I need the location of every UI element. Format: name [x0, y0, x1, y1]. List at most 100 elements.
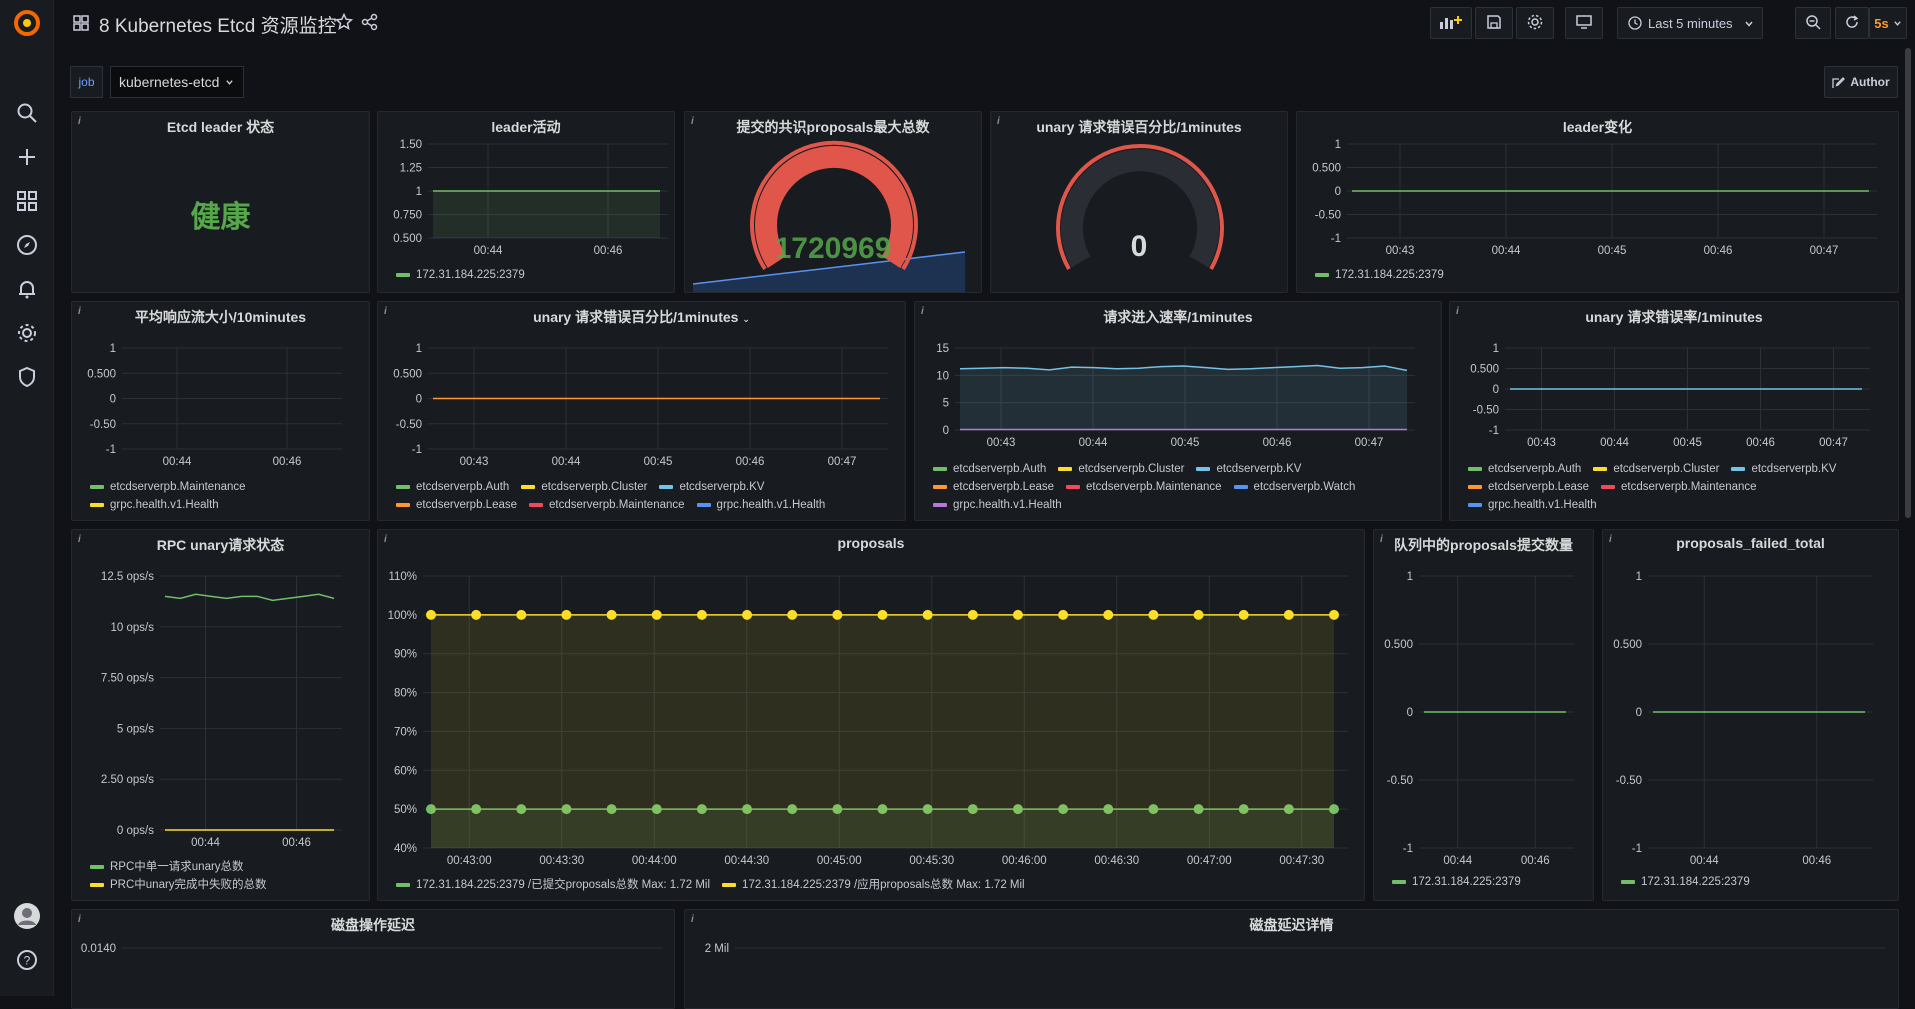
panel-proposals-failed[interactable]: i proposals_failed_total 1 0.500 0 -0.50 -1 0…: [1602, 529, 1899, 901]
scrollbar-thumb[interactable]: [1905, 48, 1911, 518]
panel-leader-activity[interactable]: leader活动 1.50 1.25 1 0.750 0.500 00:44 00:46 1…: [377, 111, 675, 293]
panel-avg-response-size[interactable]: i 平均响应流大小/10minutes 1 0.500 0 -0.50 -1 00:44 0…: [71, 301, 370, 521]
legend-item[interactable]: 172.31.184.225:2379 /应用proposals总数 Max: …: [722, 876, 1025, 892]
legend-item[interactable]: 172.31.184.225:2379: [1621, 876, 1750, 888]
legend-item[interactable]: etcdserverpb.Lease: [933, 478, 1054, 496]
y-tick-label: 1: [1407, 571, 1413, 583]
tv-mode-button[interactable]: [1565, 7, 1603, 39]
x-tick-label: 00:46: [1802, 855, 1831, 867]
search-icon[interactable]: [14, 100, 40, 126]
legend-item[interactable]: 172.31.184.225:2379 /已提交proposals总数 Max:…: [396, 876, 710, 892]
legend-item[interactable]: grpc.health.v1.Health: [1468, 496, 1597, 514]
y-tick-label: 0.0140: [81, 943, 116, 955]
legend-item[interactable]: grpc.health.v1.Health: [933, 496, 1062, 514]
legend-item[interactable]: etcdserverpb.Maintenance: [1066, 478, 1222, 496]
y-tick-label: 0.500: [1312, 163, 1341, 175]
chevron-down-icon: [1744, 17, 1754, 32]
star-icon[interactable]: [334, 12, 354, 36]
y-tick-label: -1: [106, 444, 116, 456]
panel-disk-op-latency[interactable]: i 磁盘操作延迟 0.01400.0120: [71, 909, 675, 1009]
add-panel-button[interactable]: [1430, 7, 1472, 39]
panel-queued-proposals[interactable]: i 队列中的proposals提交数量 1 0.500 0 -0.50 -1 00:44 0…: [1373, 529, 1594, 901]
legend-item[interactable]: etcdserverpb.KV: [1731, 460, 1836, 478]
legend-item[interactable]: grpc.health.v1.Health: [696, 496, 825, 514]
panel-leader-changes[interactable]: leader变化 1 0.500 0 -0.50 -1 00:43 00:44 00:45 00…: [1296, 111, 1899, 293]
legend-item[interactable]: 172.31.184.225:2379: [1392, 876, 1521, 888]
x-tick-label: 00:46: [1704, 245, 1733, 257]
grid-icon[interactable]: [73, 15, 89, 36]
settings-icon: [1527, 14, 1543, 33]
panel-etcd-leader-status[interactable]: i Etcd leader 状态 健康: [71, 111, 370, 293]
legend-item[interactable]: etcdserverpb.Cluster: [521, 478, 647, 496]
y-tick-label: 0.500: [1613, 639, 1642, 651]
legend-label: etcdserverpb.Cluster: [1613, 463, 1720, 475]
help-icon[interactable]: ?: [14, 947, 40, 973]
legend-item[interactable]: etcdserverpb.Auth: [933, 460, 1046, 478]
legend-item[interactable]: etcdserverpb.Watch: [1233, 478, 1355, 496]
legend-item[interactable]: etcdserverpb.Maintenance: [1601, 478, 1757, 496]
panel-proposals[interactable]: i proposals 110% 100% 90% 80% 70% 60% 50% 40% 00…: [377, 529, 1365, 901]
legend-item[interactable]: etcdserverpb.KV: [1196, 460, 1301, 478]
panel-disk-latency-detail[interactable]: i 磁盘延迟详情 2 Mil1.50 Mil: [684, 909, 1899, 1009]
legend-swatch: [1066, 484, 1081, 489]
legend-label: etcdserverpb.KV: [679, 481, 765, 493]
legend-label: etcdserverpb.Cluster: [541, 481, 648, 493]
panel-unary-error-rate[interactable]: i unary 请求错误率/1minutes 1 0.500 0 -0.50 -1 00:…: [1449, 301, 1899, 521]
x-tick-label: 00:43: [987, 437, 1016, 449]
legend-item[interactable]: RPC中单一请求unary总数: [90, 858, 267, 876]
panel-unary-error-pct[interactable]: i unary 请求错误百分比/1minutes 0: [990, 111, 1288, 293]
author-button[interactable]: Author: [1824, 66, 1898, 98]
zoom-out-button[interactable]: [1795, 7, 1831, 39]
y-tick-label: 0: [1493, 384, 1499, 396]
legend-item[interactable]: 172.31.184.225:2379: [396, 269, 525, 281]
legend-item[interactable]: etcdserverpb.Auth: [1468, 460, 1581, 478]
gear-icon[interactable]: [14, 320, 40, 346]
settings-button[interactable]: [1516, 7, 1554, 39]
legend: 172.31.184.225:2379 /已提交proposals总数 Max:…: [396, 876, 1037, 892]
legend: 172.31.184.225:2379: [1315, 269, 1456, 281]
legend-label: etcdserverpb.Lease: [953, 481, 1055, 493]
legend-swatch: [722, 882, 737, 887]
shield-icon[interactable]: [14, 364, 40, 390]
legend-item[interactable]: grpc.health.v1.Health: [90, 496, 246, 514]
legend-swatch: [1468, 502, 1482, 507]
y-tick-label: 1: [1636, 571, 1642, 583]
refresh-button[interactable]: [1835, 7, 1869, 39]
dashboards-icon[interactable]: [14, 188, 40, 214]
x-tick-label: 00:44: [1079, 437, 1108, 449]
alert-bell-icon[interactable]: [14, 276, 40, 302]
dashboard-title[interactable]: 8 Kubernetes Etcd 资源监控: [99, 11, 337, 38]
legend-swatch: [396, 272, 410, 277]
plus-icon[interactable]: [14, 144, 40, 170]
avatar-icon[interactable]: [14, 903, 40, 929]
legend-item[interactable]: etcdserverpb.Lease: [1468, 478, 1589, 496]
panel-request-rate[interactable]: i 请求进入速率/1minutes 15 10 5 0 00:43 00:44 00:45 0…: [914, 301, 1442, 521]
chart-disk-op-latency: 0.01400.0120: [81, 943, 662, 955]
legend-item[interactable]: etcdserverpb.Lease: [396, 496, 517, 514]
y-tick-label: 7.50 ops/s: [101, 673, 154, 685]
variable-select-job[interactable]: kubernetes-etcd: [110, 66, 244, 98]
x-tick-label: 00:46: [594, 245, 623, 257]
time-range-picker[interactable]: Last 5 minutes: [1617, 7, 1763, 39]
legend-item[interactable]: etcdserverpb.KV: [659, 478, 764, 496]
legend-item[interactable]: etcdserverpb.Maintenance: [90, 478, 246, 496]
panel-max-proposals[interactable]: i 提交的共识proposals最大总数 1720969: [684, 111, 982, 293]
legend-swatch: [1593, 466, 1608, 471]
legend-item[interactable]: 172.31.184.225:2379: [1315, 269, 1444, 281]
explore-icon[interactable]: [14, 232, 40, 258]
legend-item[interactable]: etcdserverpb.Maintenance: [529, 496, 685, 514]
y-tick-label: 0.500: [1384, 639, 1413, 651]
grafana-logo[interactable]: [12, 8, 42, 38]
legend-item[interactable]: PRC中unary完成中失败的总数: [90, 876, 267, 894]
legend-label: etcdserverpb.Auth: [416, 481, 510, 493]
save-button[interactable]: [1475, 7, 1513, 39]
share-icon[interactable]: [361, 13, 379, 36]
legend-item[interactable]: etcdserverpb.Auth: [396, 478, 509, 496]
refresh-interval-picker[interactable]: 5s: [1869, 7, 1907, 39]
legend-item[interactable]: etcdserverpb.Cluster: [1058, 460, 1184, 478]
panel-rpc-unary-status[interactable]: i RPC unary请求状态 12.5 ops/s 10 ops/s 7.50 o…: [71, 529, 370, 901]
y-tick-label: 40%: [394, 843, 417, 855]
panel-unary-error-pct-graph[interactable]: i unary 请求错误百分比/1minutes ⌄ 1 0.500 0 -0.50-…: [377, 301, 906, 521]
legend-item[interactable]: etcdserverpb.Cluster: [1593, 460, 1719, 478]
legend-swatch: [1621, 879, 1635, 884]
